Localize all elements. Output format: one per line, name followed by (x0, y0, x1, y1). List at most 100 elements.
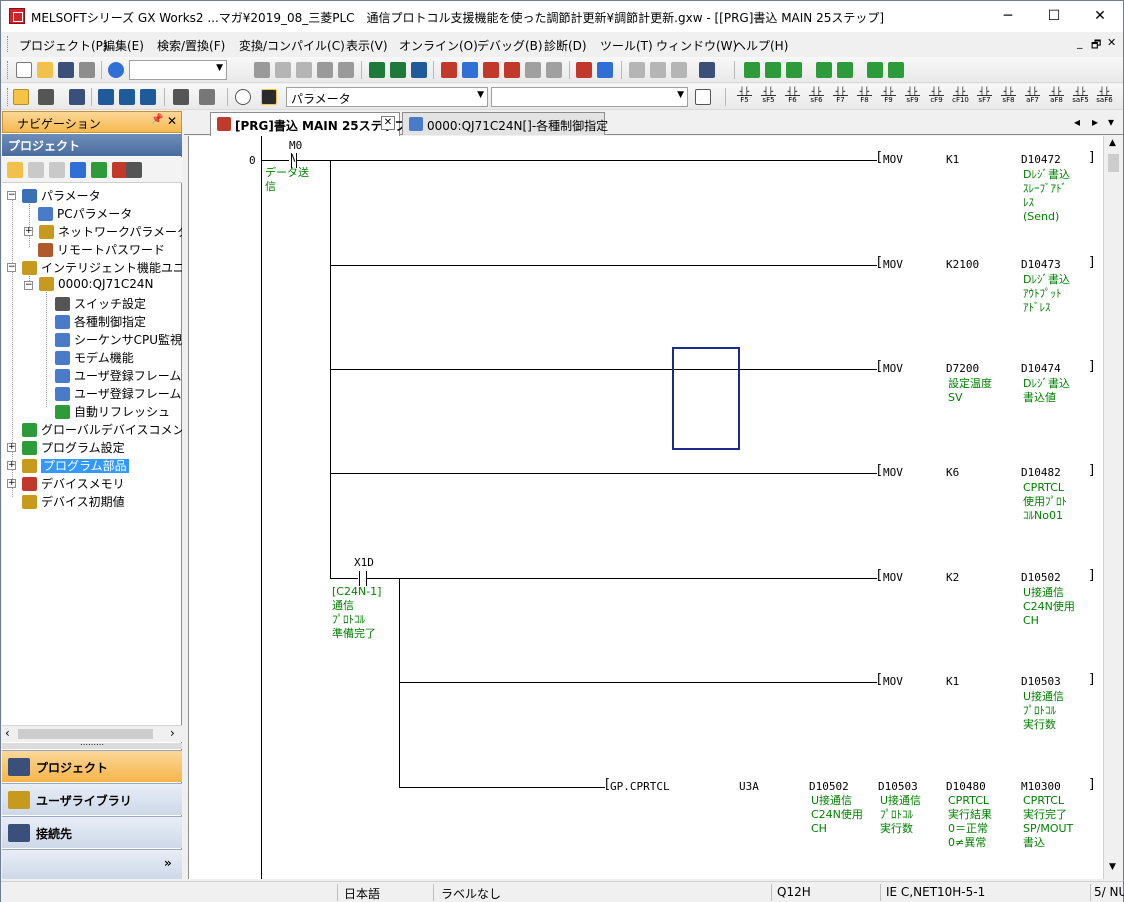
tree-item[interactable]: ネットワークパラメータ (39, 223, 182, 241)
menu-window[interactable]: ウィンドウ(W) (656, 37, 737, 54)
redo-icon[interactable] (338, 62, 354, 78)
ladder-symbol-7-icon[interactable] (888, 62, 904, 78)
scroll-thumb[interactable] (18, 729, 153, 739)
tree-item[interactable]: ユーザ登録フレーム内 (55, 367, 182, 385)
gp-instruction[interactable]: GP.CPRTCL (610, 780, 670, 793)
tree-item[interactable]: PCパラメータ (38, 205, 132, 223)
scroll-left-arrow-icon[interactable]: ‹ (5, 726, 10, 740)
dev-icon-1[interactable] (98, 89, 114, 105)
tab-close-button[interactable]: ✕ (381, 116, 395, 130)
read-from-plc-icon[interactable] (462, 62, 478, 78)
property-icon[interactable] (70, 162, 86, 178)
tree-item[interactable]: 0000:QJ71C24N (39, 277, 153, 295)
jump-icon[interactable] (695, 89, 711, 105)
scroll-right-arrow-icon[interactable]: › (170, 726, 175, 740)
device-register-icon[interactable] (597, 62, 613, 78)
toolbar-grip[interactable] (7, 88, 10, 106)
save-icon[interactable] (58, 62, 74, 78)
ladder-key-sf6[interactable]: ┤├ sF6 (806, 87, 827, 107)
new-data-icon[interactable] (7, 162, 23, 178)
editor-vscrollbar[interactable]: ▲ ▼ (1103, 136, 1122, 879)
ladder-symbol-4-icon[interactable] (816, 62, 832, 78)
menubar-grip[interactable] (7, 36, 10, 52)
device-search-icon[interactable] (369, 62, 385, 78)
monitor-start-icon[interactable] (504, 62, 520, 78)
ladder-key-saf6[interactable]: ┤├ saF6 (1094, 87, 1115, 107)
refresh-icon[interactable] (91, 162, 107, 178)
ladder-key-sf5[interactable]: ┤├ sF5 (758, 87, 779, 107)
nav-copy-icon[interactable] (28, 162, 44, 178)
monitor-all-icon[interactable] (546, 62, 562, 78)
tree-expander[interactable]: + (7, 461, 16, 470)
navigation-splitter[interactable]: ⋯⋯⋯ (2, 741, 182, 749)
tree-item[interactable]: リモートパスワード (38, 241, 165, 259)
gp-operand-1[interactable]: U3A (739, 780, 759, 793)
statement-icon[interactable] (650, 62, 666, 78)
tab-control-spec[interactable]: 0000:QJ71C24N[]-各種制御指定 (402, 112, 608, 135)
open-folder-icon[interactable] (37, 62, 53, 78)
tree-expander[interactable]: + (7, 479, 16, 488)
mov-instruction[interactable]: MOV (883, 258, 903, 271)
tree-expander[interactable]: − (7, 263, 16, 272)
display-icon[interactable] (699, 62, 715, 78)
mdi-restore-button[interactable]: 🗗 (1091, 36, 1101, 55)
help-icon[interactable] (108, 62, 124, 78)
mdi-minimize-button[interactable]: _ (1077, 36, 1083, 49)
ladder-editor[interactable]: 0 M0 データ送 信 X1D [C24N-1] 通信 ﾌﾟﾛﾄｺﾙ 準備完了 (188, 136, 1103, 879)
mov-source[interactable]: D7200 (946, 362, 979, 375)
write-to-plc-icon[interactable] (441, 62, 457, 78)
ladder-key-cf10[interactable]: ┤├ cF10 (950, 87, 971, 107)
tree-item[interactable]: 各種制御指定 (55, 313, 146, 331)
comment-icon[interactable] (629, 62, 645, 78)
navigation-close-button[interactable]: ✕ (167, 114, 177, 128)
tree-item[interactable]: スイッチ設定 (55, 295, 146, 313)
gp-operand-5[interactable]: M10300 (1021, 780, 1061, 793)
dev-icon-3[interactable] (140, 89, 156, 105)
menu-online[interactable]: オンライン(O) (399, 37, 478, 54)
window-layout-icon[interactable] (69, 89, 85, 105)
mdi-close-button[interactable]: ✕ (1107, 36, 1116, 49)
tab-scroll-left-icon[interactable]: ◂ (1074, 115, 1080, 129)
gp-operand-4[interactable]: D10480 (946, 780, 986, 793)
project-panel-button[interactable]: プロジェクト (2, 750, 182, 782)
tree-item[interactable]: パラメータ (22, 187, 101, 205)
parameter-search-combo[interactable]: パラメータ ▼ (286, 87, 488, 107)
device-test-icon[interactable] (576, 62, 592, 78)
navigation-toggle-icon[interactable] (13, 89, 29, 105)
ladder-symbol-6-icon[interactable] (867, 62, 883, 78)
mov-instruction[interactable]: MOV (883, 153, 903, 166)
tree-item[interactable]: ユーザ登録フレーム指 (55, 385, 182, 403)
ladder-key-af8[interactable]: ┤├ aF8 (1046, 87, 1067, 107)
tree-item[interactable]: プログラム部品 (22, 457, 129, 475)
mov-source[interactable]: K6 (946, 466, 959, 479)
mov-instruction[interactable]: MOV (883, 571, 903, 584)
ladder-key-f9[interactable]: ┤├ F9 (878, 87, 899, 107)
mov-destination[interactable]: D10472 (1021, 153, 1061, 166)
maximize-button[interactable]: ☐ (1031, 1, 1077, 32)
menu-diagnostics[interactable]: 診断(D) (544, 37, 587, 54)
ladder-symbol-1-icon[interactable] (744, 62, 760, 78)
ladder-key-sf9[interactable]: ┤├ sF9 (902, 87, 923, 107)
mov-destination[interactable]: D10502 (1021, 571, 1061, 584)
nav-paste-icon[interactable] (49, 162, 65, 178)
tree-item[interactable]: インテリジェント機能ユニット (22, 259, 182, 277)
verify-plc-icon[interactable] (483, 62, 499, 78)
menu-edit[interactable]: 編集(E) (103, 37, 144, 54)
gp-operand-3[interactable]: D10503 (878, 780, 918, 793)
tree-expander[interactable]: − (24, 281, 33, 290)
ladder-key-saf5[interactable]: ┤├ saF5 (1070, 87, 1091, 107)
menu-debug[interactable]: デバッグ(B) (477, 37, 543, 54)
menu-view[interactable]: 表示(V) (346, 37, 388, 54)
ladder-key-f6[interactable]: ┤├ F6 (782, 87, 803, 107)
vscroll-thumb[interactable] (1108, 154, 1119, 172)
new-file-icon[interactable] (16, 62, 32, 78)
find-options-icon[interactable] (199, 89, 215, 105)
mov-instruction[interactable]: MOV (883, 362, 903, 375)
connection-button[interactable]: 接続先 (2, 816, 182, 848)
mov-source[interactable]: K1 (946, 675, 959, 688)
ladder-key-f7[interactable]: ┤├ F7 (830, 87, 851, 107)
tree-item[interactable]: プログラム設定 (22, 439, 125, 457)
copy-icon[interactable] (275, 62, 291, 78)
note-icon[interactable] (671, 62, 687, 78)
menu-find-replace[interactable]: 検索/置換(F) (157, 37, 225, 54)
